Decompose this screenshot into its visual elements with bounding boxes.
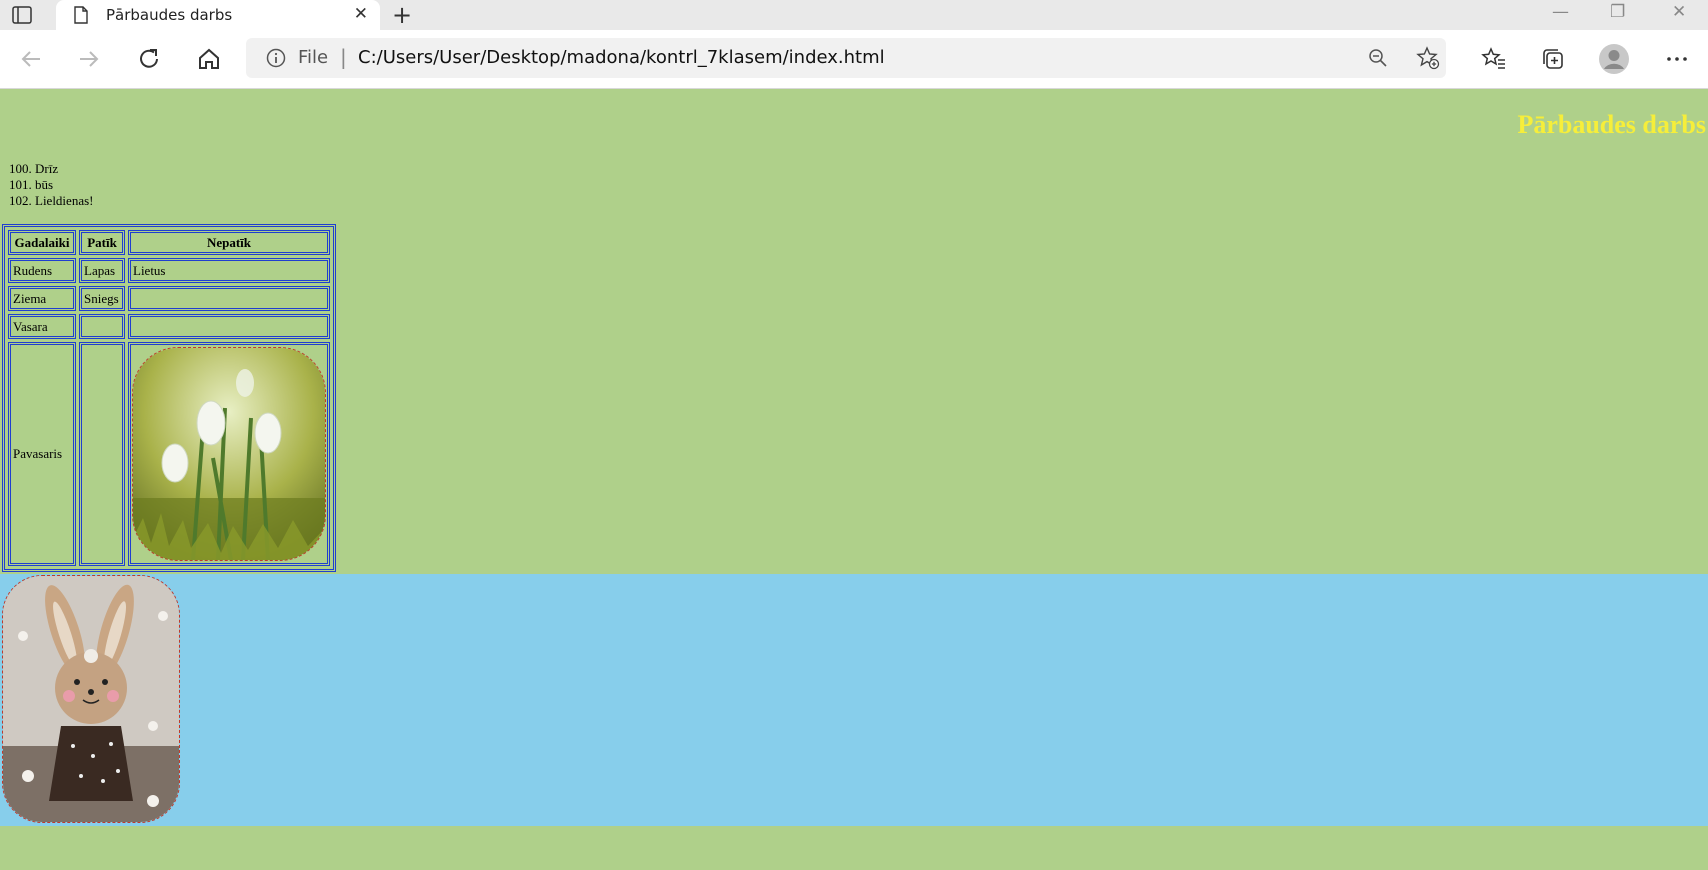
header-cell: Patīk — [79, 230, 125, 255]
list-item-text: Lieldienas! — [35, 193, 94, 208]
table-cell: Lietus — [128, 258, 330, 283]
table-cell: Rudens — [8, 258, 76, 283]
restore-button[interactable]: ❐ — [1610, 2, 1625, 22]
table-cell: Ziema — [8, 286, 76, 311]
address-separator: | — [340, 45, 347, 69]
easter-bunny-image — [2, 575, 180, 823]
favorites-icon[interactable] — [1481, 46, 1507, 72]
table-cell: Pavasaris — [8, 342, 76, 566]
back-icon[interactable] — [18, 46, 44, 72]
table-cell — [128, 314, 330, 339]
refresh-icon[interactable] — [136, 46, 162, 72]
page-heading: Pārbaudes darbs — [1517, 110, 1706, 139]
tab-close-icon[interactable]: ✕ — [354, 4, 368, 24]
address-bar[interactable]: File | C:/Users/User/Desktop/madona/kont… — [246, 38, 1446, 78]
list-item-number: 100. — [9, 161, 32, 176]
table-header-row: Gadalaiki Patīk Nepatīk — [8, 230, 330, 255]
list-item-number: 102. — [9, 193, 32, 208]
table-cell — [79, 314, 125, 339]
table-cell: Sniegs — [79, 286, 125, 311]
address-url[interactable]: C:/Users/User/Desktop/madona/kontrl_7kla… — [358, 47, 885, 68]
list-item-text: Drīz — [35, 161, 59, 176]
list-item: 100. Drīz — [9, 161, 93, 177]
table-row: Vasara — [8, 314, 330, 339]
table-cell: Lapas — [79, 258, 125, 283]
minimize-button[interactable]: — — [1552, 2, 1569, 22]
list-item: 102. Lieldienas! — [9, 193, 93, 209]
numbered-list: 100. Drīz 101. būs 102. Lieldienas! — [9, 161, 93, 209]
tab-parbaudes-darbs[interactable]: Pārbaudes darbs ✕ — [56, 0, 380, 30]
table-cell — [128, 286, 330, 311]
new-tab-button[interactable]: + — [392, 1, 412, 29]
add-favorite-icon[interactable] — [1416, 46, 1440, 70]
zoom-out-icon[interactable] — [1368, 48, 1388, 68]
snowdrop-image — [132, 347, 326, 561]
tab-bar: Pārbaudes darbs ✕ + — ❐ ✕ — [0, 0, 1708, 30]
tab-title: Pārbaudes darbs — [106, 6, 233, 24]
table-row: Rudens Lapas Lietus — [8, 258, 330, 283]
list-item: 101. būs — [9, 177, 93, 193]
list-item-text: būs — [35, 177, 54, 192]
more-options-icon[interactable] — [1664, 46, 1690, 72]
browser-toolbar: File | C:/Users/User/Desktop/madona/kont… — [0, 30, 1708, 89]
header-cell: Gadalaiki — [8, 230, 76, 255]
window-close-button[interactable]: ✕ — [1672, 2, 1686, 22]
table-row: Pavasaris — [8, 342, 330, 566]
blue-section — [0, 574, 1708, 826]
page-icon — [74, 6, 88, 24]
seasons-table: Gadalaiki Patīk Nepatīk Rudens Lapas Lie… — [2, 224, 336, 572]
tab-actions-icon[interactable] — [12, 6, 32, 24]
header-cell: Nepatīk — [128, 230, 330, 255]
table-cell-image — [128, 342, 330, 566]
forward-icon[interactable] — [76, 46, 102, 72]
list-item-number: 101. — [9, 177, 32, 192]
table-cell — [79, 342, 125, 566]
page-content: Pārbaudes darbs 100. Drīz 101. būs 102. … — [0, 89, 1708, 870]
table-cell: Vasara — [8, 314, 76, 339]
home-icon[interactable] — [196, 46, 222, 72]
table-row: Ziema Sniegs — [8, 286, 330, 311]
collections-icon[interactable] — [1540, 46, 1566, 72]
info-icon[interactable] — [266, 48, 286, 68]
profile-avatar[interactable] — [1598, 43, 1630, 75]
address-scheme: File — [298, 47, 329, 68]
